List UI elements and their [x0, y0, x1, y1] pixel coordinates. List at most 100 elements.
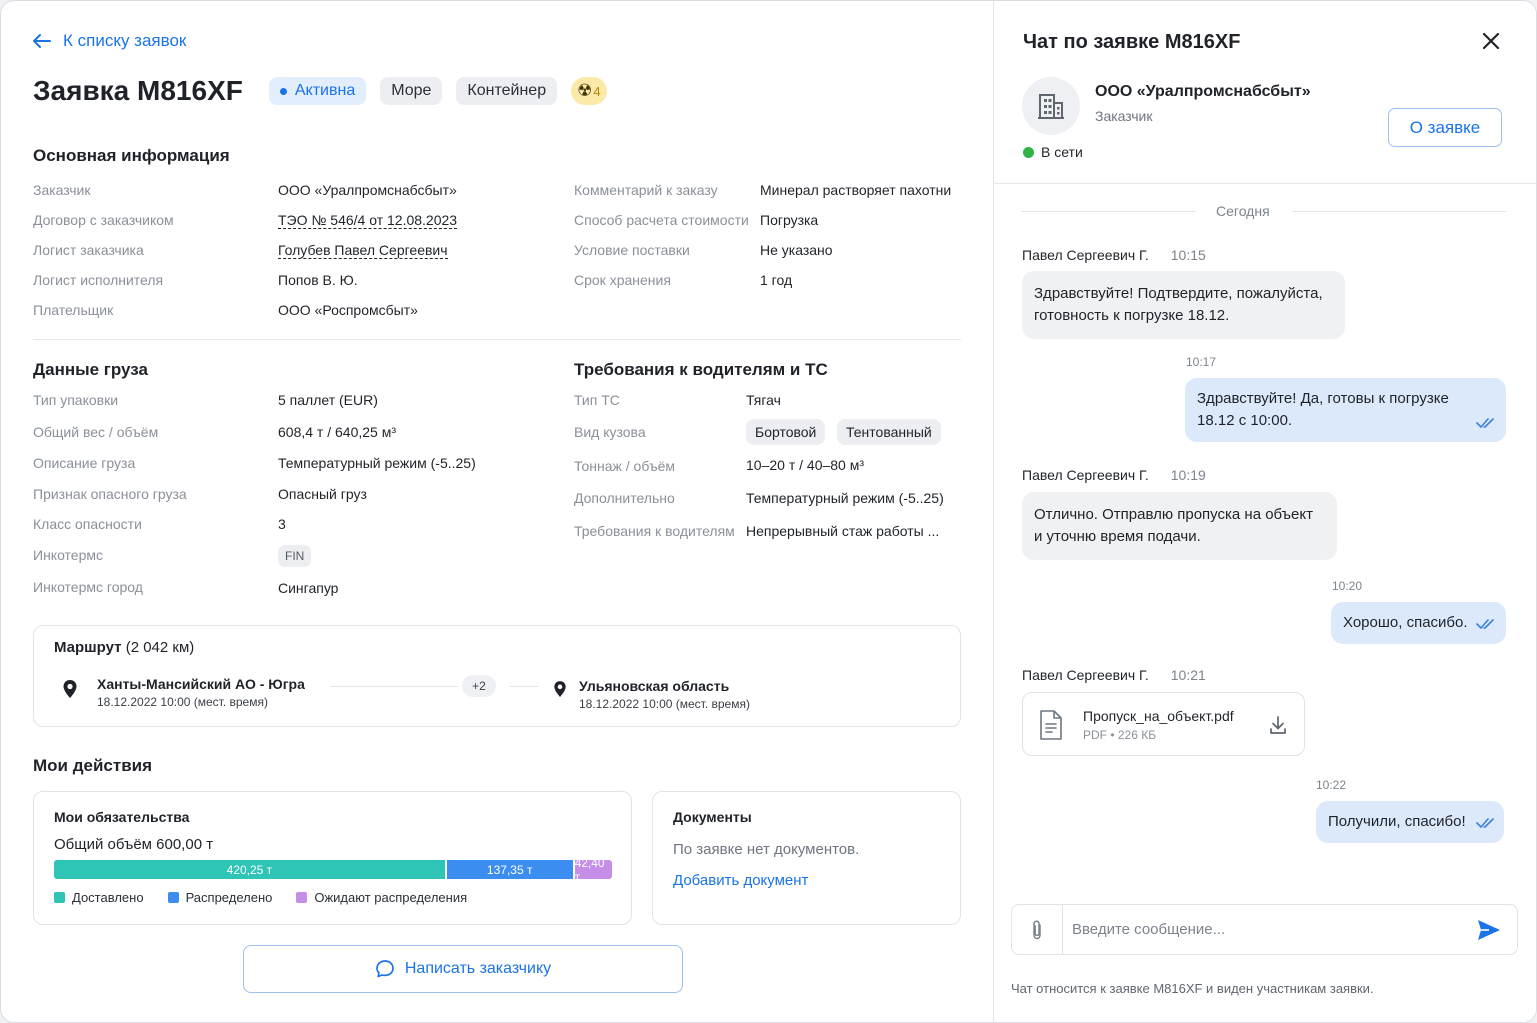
double-check-icon	[1476, 818, 1494, 828]
date-separator-line	[1292, 211, 1506, 212]
order-details-panel: К списку заявок Заявка M816XF Активна Мо…	[1, 1, 993, 1022]
chat-panel: Чат по заявке M816XF ООО «Уралпромснабсб…	[993, 1, 1536, 1022]
message-sender: Павел Сергеевич Г. 10:21	[1022, 667, 1206, 683]
route-title: Маршрут (2 042 км)	[54, 639, 195, 656]
cargo-title: Данные груза	[33, 360, 148, 379]
legend-delivered: Доставлено	[54, 890, 144, 905]
req-label: Тип ТС	[574, 392, 620, 408]
body-type-tag: Тентованный	[837, 419, 941, 445]
location-pin-icon	[554, 681, 566, 697]
info-label: Логист заказчика	[33, 242, 144, 258]
order-comment-value: Минерал растворяет пахотни	[760, 182, 952, 198]
route-to-city: Ульяновская область	[579, 678, 730, 694]
contract-link[interactable]: ТЭО № 546/4 от 12.08.2023	[278, 212, 458, 229]
arrow-left-icon	[33, 34, 51, 48]
cargo-label: Признак опасного груза	[33, 486, 187, 502]
delivered-segment: 420,25 т	[54, 860, 445, 879]
page-title: Заявка M816XF	[33, 75, 243, 106]
info-label: Комментарий к заказу	[574, 182, 718, 198]
message-time: 10:20	[1332, 579, 1363, 593]
pending-segment: 42,40 т	[572, 860, 612, 879]
chat-header-divider	[994, 183, 1536, 184]
delivery-terms-value: Не указано	[760, 242, 833, 258]
info-label: Плательщик	[33, 302, 114, 318]
status-dot-icon	[279, 87, 287, 95]
route-line	[330, 686, 458, 687]
back-link-label: К списку заявок	[63, 31, 187, 50]
pdf-file-icon	[1040, 710, 1062, 740]
send-icon[interactable]	[1476, 918, 1502, 942]
building-icon	[1038, 94, 1064, 119]
file-name: Пропуск_на_объект.pdf	[1083, 708, 1234, 724]
req-label: Требования к водителям	[574, 523, 735, 539]
customer-value: ООО «Уралпромснабсбыт»	[278, 182, 457, 198]
documents-card: Документы По заявке нет документов. Доба…	[652, 791, 961, 925]
app-window: К списку заявок Заявка M816XF Активна Мо…	[0, 0, 1537, 1023]
message-input[interactable]	[1072, 913, 1462, 946]
double-check-icon	[1476, 418, 1494, 428]
add-document-link[interactable]: Добавить документ	[673, 872, 808, 889]
req-label: Дополнительно	[574, 490, 675, 506]
cargo-description-value: Температурный режим (-5..25)	[278, 455, 476, 471]
section-divider	[33, 339, 961, 340]
vehicle-type-value: Тягач	[746, 392, 781, 408]
paperclip-icon	[1033, 920, 1041, 939]
date-separator-line	[1021, 211, 1196, 212]
obligations-legend: Доставлено Распределено Ожидают распреде…	[54, 890, 491, 905]
back-to-list-link[interactable]: К списку заявок	[33, 31, 186, 51]
message-time: 10:17	[1186, 355, 1217, 369]
route-from-date: 18.12.2022 10:00 (мест. время)	[97, 695, 268, 709]
cargo-label: Общий вес / объём	[33, 424, 159, 440]
file-meta: PDF • 226 КБ	[1083, 728, 1157, 742]
transport-mode-chip: Море	[380, 77, 443, 105]
download-icon[interactable]	[1269, 715, 1287, 735]
cargo-label: Описание груза	[33, 455, 136, 471]
obligations-total: Общий объём 600,00 т	[54, 836, 214, 853]
incoterms-tag: FIN	[278, 545, 312, 567]
info-label: Срок хранения	[574, 272, 671, 288]
executor-logist-value: Попов В. Ю.	[278, 272, 358, 288]
hazard-class-value: 3	[278, 516, 286, 532]
chat-bubble-icon	[376, 960, 394, 978]
dangerous-flag-value: Опасный груз	[278, 486, 367, 502]
tonnage-value: 10–20 т / 40–80 м³	[746, 457, 865, 473]
route-line	[510, 686, 538, 687]
documents-title: Документы	[673, 809, 752, 825]
requirements-title: Требования к водителям и ТС	[574, 360, 828, 379]
online-status: В сети	[1023, 144, 1083, 160]
date-separator: Сегодня	[1216, 203, 1270, 219]
org-name: ООО «Уралпромснабсбыт»	[1095, 83, 1311, 100]
pricing-method-value: Погрузка	[760, 212, 819, 228]
req-label: Тоннаж / объём	[574, 458, 676, 474]
attach-button[interactable]	[1012, 905, 1063, 954]
close-icon[interactable]	[1482, 32, 1500, 50]
storage-term-value: 1 год	[760, 272, 793, 288]
obligations-title: Мои обязательства	[54, 809, 190, 825]
payer-value: ООО «Роспромсбыт»	[278, 302, 418, 318]
message-composer	[1011, 904, 1518, 955]
cargo-label: Инкотермс город	[33, 579, 143, 595]
message-time: 10:22	[1316, 778, 1347, 792]
route-stops-badge[interactable]: +2	[462, 675, 496, 697]
distributed-segment: 137,35 т	[444, 860, 573, 879]
message-sender: Павел Сергеевич Г. 10:19	[1022, 467, 1206, 483]
about-order-button[interactable]: О заявке	[1388, 108, 1502, 147]
cargo-type-chip: Контейнер	[456, 77, 558, 105]
package-value: 5 паллет (EUR)	[278, 392, 378, 408]
req-label: Вид кузова	[574, 424, 646, 440]
obligations-bar: 420,25 т 137,35 т 42,40 т	[54, 860, 612, 879]
double-check-icon	[1476, 619, 1494, 629]
file-attachment[interactable]: Пропуск_на_объект.pdf PDF • 226 КБ	[1022, 692, 1305, 756]
cargo-label: Инкотермс	[33, 547, 104, 563]
obligations-card: Мои обязательства Общий объём 600,00 т 4…	[33, 791, 632, 925]
org-role: Заказчик	[1095, 108, 1153, 124]
info-label: Условие поставки	[574, 242, 690, 258]
write-customer-button[interactable]: Написать заказчику	[243, 945, 683, 993]
radiation-icon: ☢	[577, 81, 593, 100]
info-label: Договор с заказчиком	[33, 212, 174, 228]
info-label: Заказчик	[33, 182, 91, 198]
customer-logist-link[interactable]: Голубев Павел Сергеевич	[278, 242, 448, 259]
body-type-tag: Бортовой	[746, 419, 826, 445]
weight-volume-value: 608,4 т / 640,25 м³	[278, 424, 397, 440]
org-avatar	[1022, 77, 1080, 135]
